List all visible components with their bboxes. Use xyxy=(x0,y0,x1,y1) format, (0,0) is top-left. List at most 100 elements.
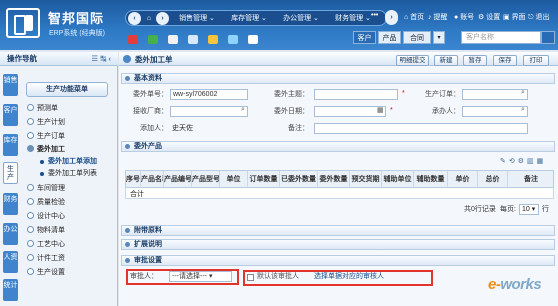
order-no-field[interactable]: ww-syl706002 xyxy=(170,89,248,100)
factory-label: 接收厂商： xyxy=(133,108,168,115)
vtab-inventory[interactable]: 库存 xyxy=(3,134,18,156)
adder-label: 添加人： xyxy=(140,125,168,132)
new-button[interactable]: 新建 xyxy=(434,55,458,66)
top-home-link[interactable]: ⌂ 首页 xyxy=(404,12,424,24)
node-icon xyxy=(27,254,34,261)
col-remark: 备注 xyxy=(524,176,538,183)
sidebar-item-outsourcing[interactable]: 委外加工 xyxy=(27,145,65,155)
section-products[interactable]: 委外产品 xyxy=(121,141,555,152)
section-approval[interactable]: 审批设置 xyxy=(121,255,555,266)
quick-search-button[interactable] xyxy=(541,31,555,44)
sidebar-item-settings[interactable]: 生产设置 xyxy=(27,268,65,278)
top-account-link[interactable]: ● 账号 xyxy=(454,12,474,24)
remark-label: 备注： xyxy=(288,125,309,132)
main-nav: ‹ ⌂ › 销售管理 ⌄ 库存管理 ⌄ 办公管理 ⌄ 财务管理 ⌄ xyxy=(125,10,387,26)
sidebar-item-outsourcing-add[interactable]: 委外加工单添加 xyxy=(40,157,97,167)
eworks-watermark-logo: e-works xyxy=(488,276,542,293)
page-title: 委外加工单 xyxy=(135,55,173,64)
vtab-customer[interactable]: 客户 xyxy=(3,104,18,126)
nav-back-icon[interactable]: ‹ xyxy=(128,12,141,25)
approver-label: 审批人： xyxy=(130,273,158,280)
section-extend[interactable]: 扩展说明 xyxy=(121,239,555,250)
factory-field[interactable] xyxy=(170,106,248,117)
sidebar-item-workshop[interactable]: 车间管理 xyxy=(27,184,65,194)
sidebar-item-bom[interactable]: 物料清单 xyxy=(27,226,65,236)
default-approver-checkbox[interactable] xyxy=(247,274,254,281)
vtab-finance[interactable]: 财务 xyxy=(3,193,18,215)
sidebar-menu-title[interactable]: 生产功能菜单 xyxy=(26,82,108,97)
mode-dropdown-icon[interactable]: ▾ xyxy=(433,31,445,44)
search-icon[interactable]: ⌕ xyxy=(521,106,525,114)
nav-more-button[interactable]: ••• xyxy=(371,12,378,19)
nav-forward-icon[interactable]: › xyxy=(156,12,169,25)
document-icon[interactable] xyxy=(248,35,258,44)
table-toolbar-icons[interactable]: ✎⟲⚙▥▦ xyxy=(500,157,554,167)
date-field[interactable] xyxy=(314,106,386,117)
vtab-production[interactable]: 生产 xyxy=(3,162,18,184)
vtab-office[interactable]: 办公 xyxy=(3,223,18,245)
quick-search-input[interactable]: 客户名称 xyxy=(461,31,541,44)
pager-summary: 共0行记录 xyxy=(464,206,496,213)
sidebar-item-forecast[interactable]: 预测单 xyxy=(27,104,58,114)
sidebar-item-design[interactable]: 设计中心 xyxy=(27,212,65,222)
phone-icon[interactable] xyxy=(148,35,158,44)
vtab-stats[interactable]: 统计 xyxy=(3,279,18,301)
nav-item-office[interactable]: 办公管理 ⌄ xyxy=(276,12,326,25)
table-total-row: 合计 xyxy=(125,188,554,199)
subject-field[interactable] xyxy=(314,89,398,100)
vtab-sales[interactable]: 销售 xyxy=(3,74,18,96)
bullet-icon xyxy=(40,172,44,176)
top-logout-link[interactable]: ⎋ 退出 xyxy=(528,12,549,24)
node-icon xyxy=(27,212,34,219)
section-basic[interactable]: 基本资料 xyxy=(121,73,555,84)
nav-next-icon[interactable]: › xyxy=(385,10,398,25)
receiver-field[interactable] xyxy=(462,106,528,117)
draft-button[interactable]: 暂存 xyxy=(463,55,487,66)
col-seq: 序号 xyxy=(126,171,141,189)
col-order-qty: 订单数量 xyxy=(248,171,280,189)
node-icon xyxy=(27,104,34,111)
search-icon[interactable]: ⌕ xyxy=(241,106,245,114)
top-skin-link[interactable]: ▣ 界面 xyxy=(503,12,526,24)
sidebar-item-plan[interactable]: 生产计划 xyxy=(27,118,65,128)
remark-field[interactable] xyxy=(314,123,528,134)
sidebar-item-piecework[interactable]: 计件工资 xyxy=(27,254,65,264)
sidebar-item-outsourcing-list[interactable]: 委外加工单列表 xyxy=(40,169,97,179)
section-attachments[interactable]: 附带原料 xyxy=(121,225,555,236)
top-settings-link[interactable]: ⚙ 设置 xyxy=(478,12,500,24)
page-title-icon xyxy=(123,55,131,63)
brand-subtitle: ERP系统 (经典版) xyxy=(49,30,105,37)
pager-unit: 行 xyxy=(542,206,549,213)
message-icon[interactable] xyxy=(188,35,198,44)
col-code: 产品编号 xyxy=(164,171,192,189)
node-open-icon xyxy=(27,145,34,152)
sidebar-item-order[interactable]: 生产订单 xyxy=(27,132,65,142)
brand-logo-icon xyxy=(6,8,40,38)
calendar-icon[interactable] xyxy=(208,35,218,44)
node-icon xyxy=(27,268,34,275)
print-button[interactable]: 打印 xyxy=(523,55,549,66)
col-unit: 单位 xyxy=(220,171,248,189)
grid-icon[interactable] xyxy=(228,35,238,44)
mode-tab-customer[interactable]: 客户 xyxy=(353,31,376,44)
nav-item-sales[interactable]: 销售管理 ⌄ xyxy=(172,12,222,25)
nav-item-inventory[interactable]: 库存管理 ⌄ xyxy=(224,12,274,25)
vtab-hr[interactable]: 人资 xyxy=(3,251,18,273)
home-icon[interactable]: ⌂ xyxy=(143,12,155,25)
search-icon[interactable]: ⌕ xyxy=(521,89,525,97)
production-order-field[interactable] xyxy=(462,89,528,100)
save-button[interactable]: 保存 xyxy=(493,55,517,66)
top-reminder-link[interactable]: ♪ 提醒 xyxy=(428,12,447,24)
col-name: 产品名称 xyxy=(141,171,164,189)
calendar-icon[interactable]: ▦ xyxy=(377,106,384,114)
production-order-label: 生产订单： xyxy=(425,91,460,98)
flag-icon[interactable] xyxy=(128,35,138,44)
mode-tab-product[interactable]: 产品 xyxy=(378,31,401,44)
sidebar-item-quality[interactable]: 质量检验 xyxy=(27,198,65,208)
approver-select[interactable]: ---请选择--- ▾ xyxy=(169,271,232,282)
per-page-select[interactable]: 10 ▾ xyxy=(519,204,539,215)
sidebar-item-process[interactable]: 工艺中心 xyxy=(27,240,65,250)
mail-icon[interactable] xyxy=(168,35,178,44)
mode-tab-contract[interactable]: 合同 xyxy=(403,31,431,44)
detail-submit-button[interactable]: 明细提交 xyxy=(396,55,429,66)
